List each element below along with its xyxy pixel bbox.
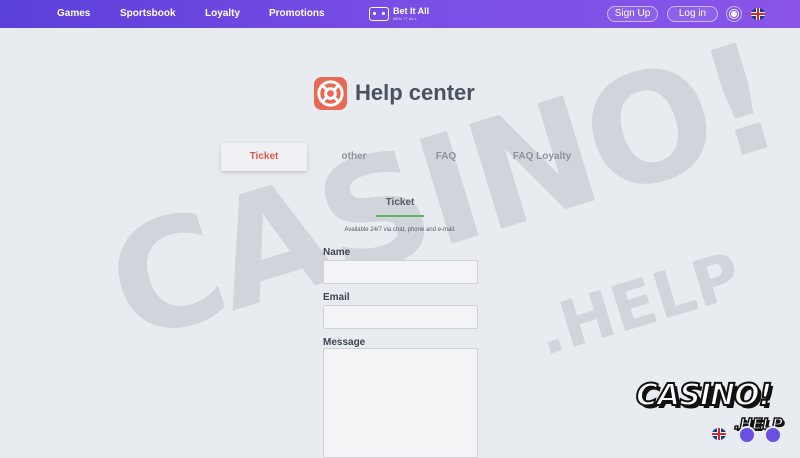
nav-loyalty[interactable]: Loyalty bbox=[205, 0, 240, 28]
brand-name: Bet It All bbox=[393, 6, 430, 16]
top-nav-bar: Games Sportsbook Loyalty Promotions Bet … bbox=[0, 0, 800, 28]
email-field[interactable] bbox=[323, 305, 478, 329]
help-tabs: Ticket other FAQ FAQ Loyalty bbox=[221, 143, 581, 173]
tab-faq[interactable]: FAQ bbox=[406, 143, 486, 171]
availability-text: Available 24/7 via chat, phone and e-mai… bbox=[344, 227, 456, 233]
name-label: Name bbox=[323, 247, 351, 258]
theme-toggle-button[interactable] bbox=[726, 6, 742, 22]
corner-badge-text: CASINO! bbox=[635, 377, 773, 414]
email-label: Email bbox=[323, 292, 350, 303]
controller-icon bbox=[369, 7, 389, 21]
tab-ticket[interactable]: Ticket bbox=[221, 143, 307, 171]
nav-sportsbook[interactable]: Sportsbook bbox=[120, 0, 176, 28]
lifebuoy-icon bbox=[313, 76, 348, 111]
brand-logo[interactable]: Bet It All WIN IT ALL bbox=[369, 5, 429, 23]
tab-other[interactable]: other bbox=[314, 143, 394, 171]
section-title: Ticket bbox=[385, 197, 415, 208]
name-field[interactable] bbox=[323, 260, 478, 284]
brand-tagline: WIN IT ALL bbox=[393, 16, 418, 21]
uk-flag-icon[interactable] bbox=[712, 428, 726, 440]
tab-faq-loyalty[interactable]: FAQ Loyalty bbox=[503, 143, 581, 171]
login-button[interactable]: Log in bbox=[667, 6, 718, 22]
message-label: Message bbox=[323, 337, 366, 348]
nav-promotions[interactable]: Promotions bbox=[269, 0, 325, 28]
page-title: Help center bbox=[355, 80, 475, 105]
chat-button[interactable] bbox=[738, 426, 756, 444]
watermark-subtext: .HELP bbox=[528, 238, 750, 371]
uk-flag-icon[interactable] bbox=[751, 8, 765, 20]
signup-button[interactable]: Sign Up bbox=[607, 6, 658, 22]
section-underline bbox=[376, 215, 424, 217]
sun-icon bbox=[731, 11, 737, 17]
message-field[interactable] bbox=[323, 348, 478, 458]
nav-games[interactable]: Games bbox=[57, 0, 90, 28]
help-button[interactable] bbox=[764, 426, 782, 444]
